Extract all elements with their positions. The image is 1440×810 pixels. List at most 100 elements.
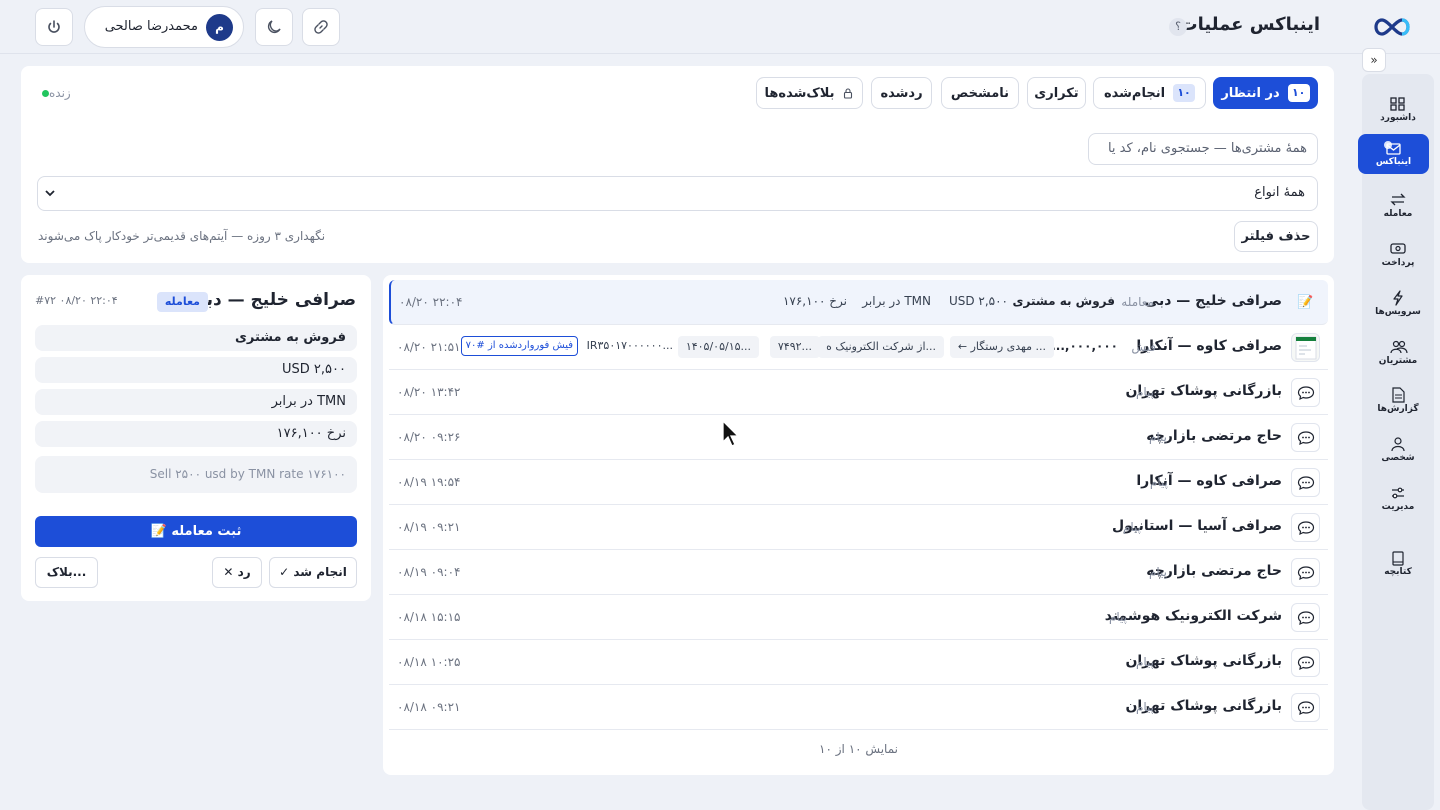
list-item[interactable]: 📝 صرافی خلیج — دبی معامله فروش به مشتری … <box>389 280 1328 325</box>
detail-rate-field: نرخ ۱۷۶,۱۰۰ <box>35 421 357 447</box>
list-item-time: ۰۸/۱۸ ۰۹:۲۱ <box>397 700 461 714</box>
tab-pending[interactable]: در انتظار ۱۰ <box>1213 77 1318 109</box>
clear-filter-button[interactable]: حذف فیلتر <box>1234 221 1318 252</box>
tab-done[interactable]: انجام‌شده ۱۰ <box>1093 77 1206 109</box>
list-item-time: ۰۸/۱۸ ۱۰:۲۵ <box>397 655 461 669</box>
receipt-date-chip: ۱۴۰۵/۰۵/۱۵... <box>677 336 759 358</box>
list-item-kind: پیام <box>1135 700 1154 714</box>
list-item-kind: پیام <box>1135 655 1154 669</box>
receipt-from-chip: از شرکت الکترونیک ه... <box>818 336 944 358</box>
list-item[interactable]: شرکت الکترونیک هوشمند پیام ۰۸/۱۸ ۱۵:۱۵ <box>389 595 1328 640</box>
trade-against: در برابر TMN <box>862 294 931 308</box>
dashboard-icon <box>1390 97 1405 111</box>
detail-against-field: در برابر TMN <box>35 389 357 415</box>
sidebar-item-label: کتابچه <box>1384 567 1412 577</box>
page-title: اینباکس عملیات <box>1179 14 1320 35</box>
chat-icon <box>1291 603 1320 632</box>
tab-unknown[interactable]: نامشخص <box>941 77 1019 109</box>
sidebar-item-payment[interactable]: پرداخت <box>1367 235 1429 277</box>
sidebar-item-label: اینباکس <box>1375 157 1412 167</box>
sidebar-item-services[interactable]: سرویس‌ها <box>1367 284 1429 326</box>
customers-icon <box>1390 340 1408 354</box>
chat-icon <box>1291 423 1320 452</box>
list-item-kind: معامله <box>1121 295 1154 309</box>
sidebar-collapse-button[interactable]: » <box>1362 48 1386 72</box>
chat-icon <box>1291 468 1320 497</box>
tab-count-badge: ۱۰ <box>1173 84 1196 102</box>
list-item[interactable]: حاج مرتضی بازارچه پیام ۰۸/۱۹ ۰۹:۰۴ <box>389 550 1328 595</box>
user-name: محمدرضا صالحی <box>104 19 198 34</box>
chat-icon <box>1291 513 1320 542</box>
sidebar-item-label: داشبورد <box>1380 113 1416 123</box>
retention-note: نگهداری ۳ روزه — آیتم‌های قدیمی‌تر خودکا… <box>38 229 326 243</box>
live-label: زنده <box>49 86 71 100</box>
tab-count-badge: ۱۰ <box>1287 84 1310 102</box>
tab-duplicate[interactable]: تکراری <box>1027 77 1086 109</box>
sidebar-item-inbox[interactable]: اینباکس <box>1358 134 1429 174</box>
block-button[interactable]: بلاک... <box>35 557 98 588</box>
list-item[interactable]: صرافی کاوه — آنکارا فیش ...,۰۰۰,۰۰۰ ← مه… <box>389 325 1328 370</box>
submit-trade-button[interactable]: 📝 ثبت معامله <box>35 516 357 547</box>
power-button[interactable] <box>35 8 73 46</box>
live-indicator: زنده <box>38 86 71 100</box>
user-menu[interactable]: م محمدرضا صالحی <box>84 6 244 48</box>
list-item-name: صرافی کاوه — آنکارا <box>1136 338 1282 354</box>
chat-icon <box>1291 378 1320 407</box>
reject-button[interactable]: ✕ رد <box>212 557 262 588</box>
sidebar-item-management[interactable]: مدیریت <box>1367 479 1429 521</box>
list-item-time: ۰۸/۲۰ ۱۳:۴۲ <box>397 385 461 399</box>
type-select-value: همهٔ انواع <box>1254 185 1305 200</box>
sidebar-item-reports[interactable]: گزارش‌ها <box>1367 381 1429 423</box>
book-icon <box>1392 551 1404 566</box>
detail-title: صرافی خلیج — دبی <box>189 290 356 310</box>
forwarded-badge: فیش فورواردشده از #۷۰ <box>460 336 578 356</box>
sidebar-item-handbook[interactable]: کتابچه <box>1367 544 1429 586</box>
detail-type-badge: معامله <box>156 292 208 312</box>
detail-note: Sell ۲۵۰۰ usd by TMN rate ۱۷۶۱۰۰ <box>35 456 357 493</box>
list-item-kind: پیام <box>1122 520 1141 534</box>
sidebar-item-customers[interactable]: مشتریان <box>1367 333 1429 375</box>
list-item-name: شرکت الکترونیک هوشمند <box>1104 608 1282 624</box>
chat-icon <box>1291 693 1320 722</box>
tab-rejected[interactable]: ردشده <box>871 77 932 109</box>
list-item[interactable]: حاج مرتضی بازارچه پیام ۰۸/۲۰ ۰۹:۲۶ <box>389 415 1328 460</box>
list-item-kind: پیام <box>1108 610 1127 624</box>
receipt-iban: IR۳۵۰۱۷۰۰۰۰۰۰... <box>586 339 673 352</box>
trade-rate: نرخ ۱۷۶,۱۰۰ <box>782 294 847 308</box>
sidebar-item-label: مدیریت <box>1381 502 1415 512</box>
type-select[interactable]: همهٔ انواع <box>37 176 1318 211</box>
receipt-ref-chip: ۷۴۹۲... <box>769 336 820 358</box>
sidebar-item-trade[interactable]: معامله <box>1367 186 1429 228</box>
list-item-time: ۰۸/۲۰ ۲۱:۵۱ <box>397 340 461 354</box>
list-item[interactable]: بازرگانی پوشاک تهران پیام ۰۸/۲۰ ۱۳:۴۲ <box>389 370 1328 415</box>
list-item[interactable]: بازرگانی پوشاک تهران پیام ۰۸/۱۸ ۰۹:۲۱ <box>389 685 1328 730</box>
mark-done-button[interactable]: ✓ انجام شد <box>269 557 357 588</box>
sidebar-item-label: شخصی <box>1381 453 1415 463</box>
list-item-kind: فیش <box>1131 340 1156 354</box>
link-button[interactable] <box>302 8 340 46</box>
list-item-kind: پیام <box>1148 430 1167 444</box>
sidebar-item-label: گزارش‌ها <box>1377 404 1419 414</box>
bolt-icon <box>1393 290 1403 306</box>
list-item-kind: پیام <box>1149 475 1168 489</box>
list-count: نمایش ۱۰ از ۱۰ <box>819 742 898 756</box>
sidebar-item-dashboard[interactable]: داشبورد <box>1367 90 1429 132</box>
search-input[interactable]: همهٔ مشتری‌ها — جستجوی نام، کد یا <box>1088 133 1318 165</box>
list-item[interactable]: صرافی آسیا — استانبول پیام ۰۸/۱۹ ۰۹:۲۱ <box>389 505 1328 550</box>
link-icon <box>314 20 328 34</box>
sidebar-item-personal[interactable]: شخصی <box>1367 430 1429 472</box>
moon-icon <box>267 20 281 34</box>
list-item[interactable]: بازرگانی پوشاک تهران پیام ۰۸/۱۸ ۱۰:۲۵ <box>389 640 1328 685</box>
trade-amount: USD ۲,۵۰۰ <box>948 294 1008 308</box>
tab-blocked[interactable]: بلاک‌شده‌ها <box>756 77 863 109</box>
theme-toggle-button[interactable] <box>255 8 293 46</box>
list-item-kind: پیام <box>1135 385 1154 399</box>
sliders-icon <box>1392 487 1404 499</box>
help-icon[interactable]: ؟ <box>1169 18 1187 36</box>
list-item[interactable]: صرافی کاوه — آنکارا پیام ۰۸/۱۹ ۱۹:۵۴ <box>389 460 1328 505</box>
detail-amount-field: USD ۲,۵۰۰ <box>35 357 357 383</box>
list-item-kind: پیام <box>1148 565 1167 579</box>
list-item-time: ۰۸/۱۹ ۰۹:۰۴ <box>397 565 461 579</box>
inbox-icon <box>1384 141 1401 155</box>
list-item-time: ۰۸/۲۰ ۲۲:۰۴ <box>399 295 463 309</box>
